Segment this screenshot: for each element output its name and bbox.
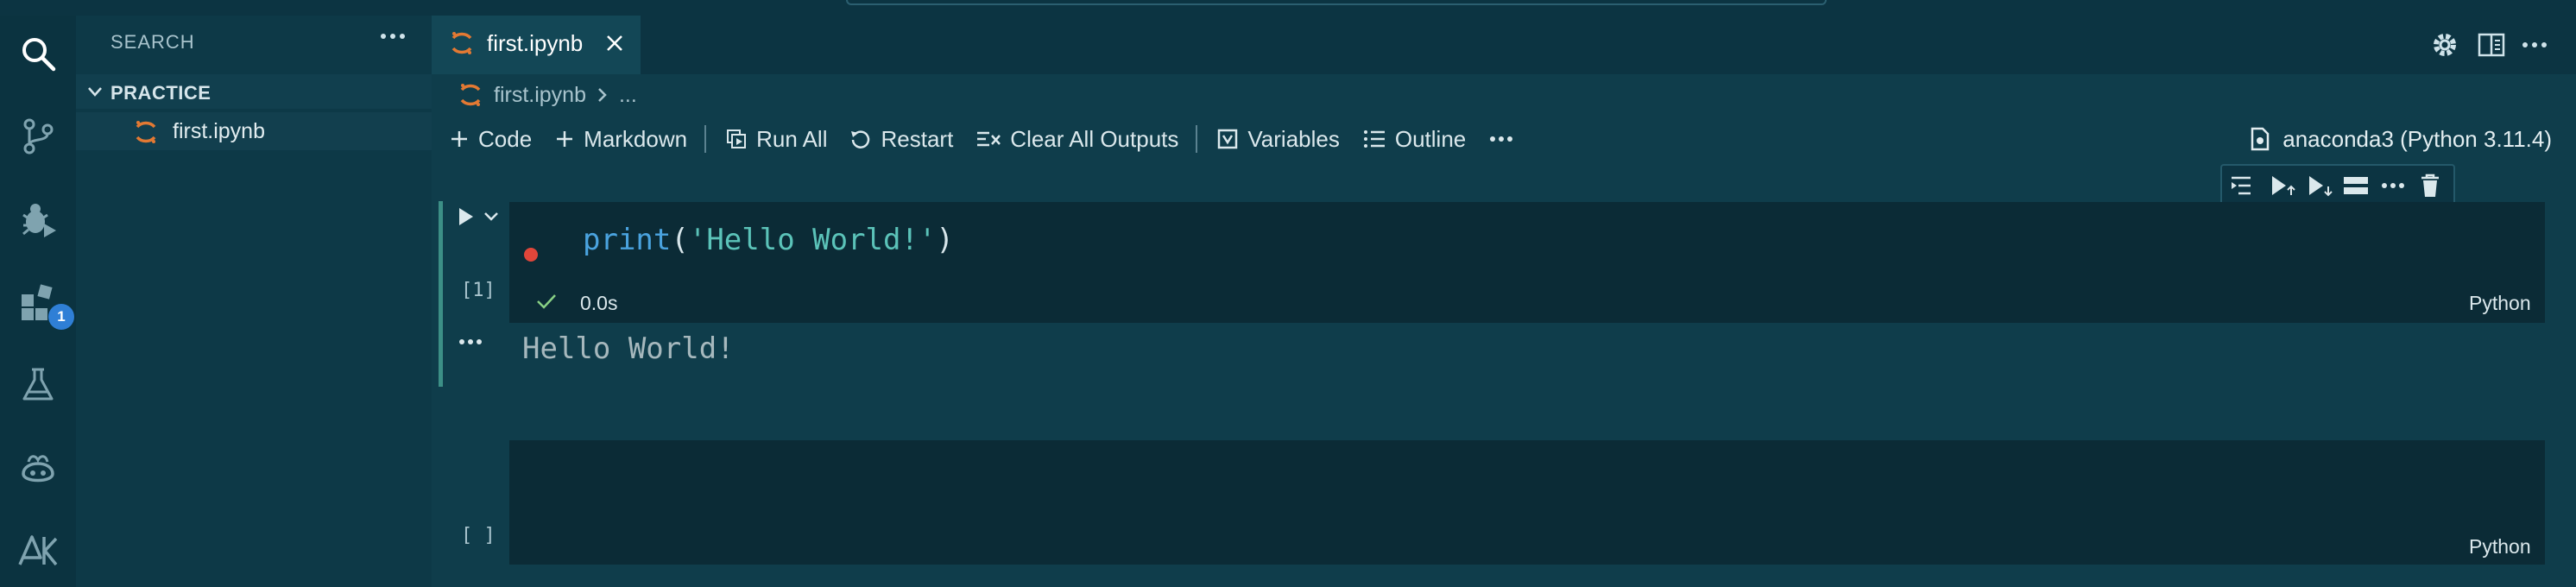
breakpoint-icon[interactable]	[521, 245, 540, 264]
cell-more-icon[interactable]	[2377, 173, 2409, 199]
tab-first-ipynb[interactable]: first.ipynb	[432, 16, 641, 74]
more-icon	[1490, 136, 1513, 142]
clear-outputs-icon	[977, 131, 1001, 147]
plus-icon	[451, 131, 467, 147]
breadcrumb-rest[interactable]: ...	[619, 83, 637, 108]
close-icon[interactable]	[604, 33, 625, 54]
add-code-button[interactable]: Code	[449, 126, 532, 153]
cell-language[interactable]: Python	[2469, 535, 2531, 559]
cell-language[interactable]: Python	[2469, 292, 2531, 315]
execute-above-icon[interactable]	[2230, 173, 2261, 199]
jupyter-icon	[136, 121, 156, 143]
toolbar-divider	[1196, 125, 1198, 153]
split-editor-icon[interactable]	[2476, 29, 2507, 60]
kernel-file-icon	[2251, 127, 2270, 151]
sidebar-more-icon[interactable]	[378, 28, 407, 45]
success-check-icon	[537, 294, 556, 309]
restart-label: Restart	[881, 125, 954, 152]
restart-icon	[851, 130, 870, 148]
variables-label: Variables	[1247, 125, 1340, 152]
variables-icon	[1218, 129, 1238, 149]
restart-button[interactable]: Restart	[849, 126, 953, 153]
title-strip	[0, 0, 2576, 16]
empty-code-cell[interactable]: Python	[509, 440, 2545, 565]
chevron-down-icon[interactable]	[483, 211, 499, 223]
cell-output: Hello World!	[522, 331, 735, 366]
trash-icon[interactable]	[2415, 173, 2446, 199]
command-center[interactable]	[846, 0, 1827, 5]
run-above-icon[interactable]	[2267, 173, 2298, 199]
toolbar-more-button[interactable]	[1488, 130, 1514, 148]
code-cell[interactable]: print('Hello World!') 0.0s Python	[509, 202, 2545, 323]
notebook-toolbar: Code Markdown Run All Restart Clear All …	[449, 117, 1537, 161]
breadcrumb: first.ipynb ...	[458, 79, 637, 110]
sidebar-section-practice[interactable]: PRACTICE	[76, 74, 432, 109]
sidebar: SEARCH PRACTICE first.ipynb	[76, 16, 432, 587]
clear-all-outputs-button[interactable]: Clear All Outputs	[975, 126, 1178, 153]
copilot-icon[interactable]	[12, 442, 64, 494]
chevron-down-icon	[88, 87, 102, 97]
code-paren-close: )	[936, 223, 954, 257]
cell-toolbar	[2220, 164, 2455, 207]
extensions-icon[interactable]: 1	[12, 276, 74, 330]
kernel-picker[interactable]: anaconda3 (Python 3.11.4)	[2250, 117, 2552, 161]
code-function: print	[583, 223, 672, 257]
output-focus-bar	[439, 318, 443, 387]
run-all-icon	[727, 129, 747, 148]
variables-button[interactable]: Variables	[1216, 125, 1340, 153]
add-markdown-label: Markdown	[584, 125, 688, 152]
run-all-button[interactable]: Run All	[725, 126, 827, 153]
gear-icon[interactable]	[2429, 29, 2460, 60]
cell-focus-bar	[439, 201, 443, 322]
chevron-right-icon	[598, 88, 607, 102]
code-paren-open: (	[671, 223, 689, 257]
tab-label: first.ipynb	[487, 30, 584, 56]
jupyter-icon	[460, 84, 481, 106]
extensions-badge: 1	[48, 304, 74, 330]
output-more-icon[interactable]	[458, 335, 483, 349]
outline-button[interactable]: Outline	[1362, 126, 1466, 153]
toolbar-divider	[704, 125, 707, 153]
clear-all-outputs-label: Clear All Outputs	[1010, 125, 1179, 152]
sidebar-item-first-ipynb[interactable]: first.ipynb	[76, 112, 432, 150]
execution-count: [ ]	[461, 525, 496, 546]
run-debug-icon[interactable]	[12, 193, 64, 245]
more-actions-icon[interactable]	[2519, 29, 2550, 60]
run-below-icon[interactable]	[2304, 173, 2335, 199]
execution-count: [1]	[461, 280, 496, 301]
plus-icon	[557, 131, 573, 147]
outline-label: Outline	[1394, 125, 1467, 152]
sidebar-title: SEARCH	[110, 31, 195, 53]
search-icon[interactable]	[12, 28, 64, 79]
add-markdown-button[interactable]: Markdown	[554, 126, 687, 153]
add-code-label: Code	[478, 125, 533, 152]
sidebar-file-label: first.ipynb	[173, 119, 265, 143]
breadcrumb-file[interactable]: first.ipynb	[494, 83, 586, 108]
kernel-label: anaconda3 (Python 3.11.4)	[2282, 125, 2552, 152]
run-cell-icon[interactable]	[456, 205, 477, 228]
jupyter-icon	[451, 32, 472, 54]
outline-list-icon	[1363, 130, 1385, 148]
execution-duration: 0.0s	[580, 292, 618, 314]
sidebar-section-label: PRACTICE	[110, 82, 212, 104]
source-control-icon[interactable]	[12, 110, 64, 162]
testing-flask-icon[interactable]	[12, 359, 64, 411]
editor-area: first.ipynb first.ipynb ... Code Markdow…	[432, 16, 2576, 587]
ak-extension-icon[interactable]	[12, 525, 64, 577]
run-all-label: Run All	[756, 125, 828, 152]
split-cell-icon[interactable]	[2340, 173, 2371, 199]
code-editor[interactable]: print('Hello World!')	[583, 223, 954, 257]
activity-bar: 1	[0, 16, 76, 587]
code-string: 'Hello World!'	[688, 223, 937, 257]
tab-bar: first.ipynb	[432, 16, 2576, 74]
